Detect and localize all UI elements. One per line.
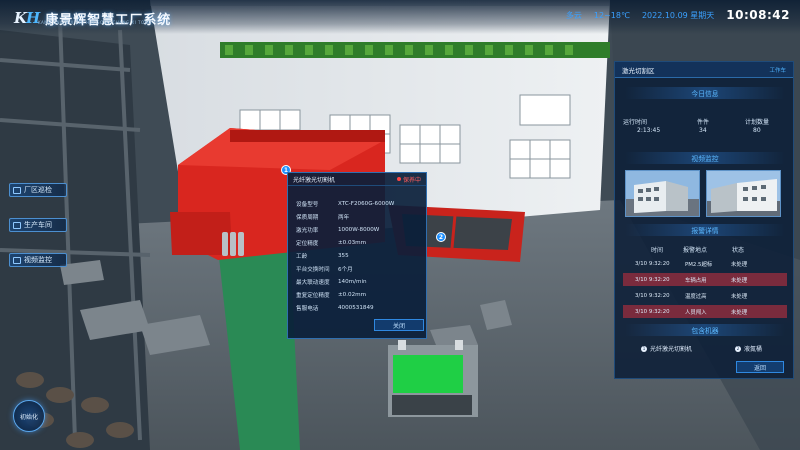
today-info-title: 今日信息 bbox=[625, 87, 785, 99]
spec-row: 激光功率 1000W-8000W bbox=[296, 226, 380, 234]
spec-row: 设备型号 XTC-F2060G-6000W bbox=[296, 200, 395, 208]
camera-icon bbox=[13, 256, 21, 264]
stat-runtime-label: 运行时间 bbox=[623, 119, 648, 126]
area-title: 激光切割区 bbox=[622, 66, 655, 75]
stat-pieces-value: 34 bbox=[699, 127, 707, 134]
machine-item-1[interactable]: 1 光纤激光切割机 bbox=[641, 344, 692, 353]
camera-thumbnail-2[interactable] bbox=[706, 170, 781, 217]
machine-item-2[interactable]: 2 液氮桶 bbox=[735, 344, 762, 353]
weather-text: 多云 bbox=[565, 10, 582, 20]
spec-row: 最大联动速度 140m/min bbox=[296, 279, 367, 287]
popup-title: 光纤激光切割机 bbox=[293, 176, 336, 184]
spec-row: 售服电话 4000531849 bbox=[296, 305, 374, 313]
number-badge-icon: 2 bbox=[735, 345, 741, 352]
camera-feed-image bbox=[707, 171, 780, 216]
status-dot-icon bbox=[396, 177, 401, 181]
back-button[interactable]: 返回 bbox=[736, 361, 784, 373]
alarm-row[interactable]: 3/10 9:32:20 温度过高 未处理 bbox=[623, 289, 787, 302]
date-text: 2022.10.09 星期天 bbox=[641, 10, 715, 20]
stat-plan-label: 计划数量 bbox=[745, 119, 770, 126]
spec-row: 保质周期 两年 bbox=[296, 214, 350, 221]
area-info-panel: 激光切割区 工作车 今日信息 运行时间 2:13:45 件件 34 计划数量 8… bbox=[614, 61, 794, 379]
workshop-icon bbox=[13, 221, 21, 229]
factory-icon bbox=[13, 186, 21, 194]
spec-row: 平台交换时间 6个月 bbox=[296, 267, 353, 274]
spec-row: 重复定位精度 ±0.02mm bbox=[296, 292, 367, 300]
nav-production-workshop[interactable]: 生产车间 bbox=[9, 218, 67, 232]
popup-header: 光纤激光切割机 保养中 bbox=[288, 173, 426, 186]
nav-label: 生产车间 bbox=[24, 221, 52, 229]
machine-info-popup: 光纤激光切割机 保养中 设备型号 XTC-F2060G-6000W 保质周期 两年 … bbox=[287, 172, 427, 339]
clock-time: 10:08:42 bbox=[726, 8, 790, 22]
spec-row: 工龄 355 bbox=[296, 252, 349, 260]
camera-thumbnail-1[interactable] bbox=[625, 170, 700, 217]
alarm-row[interactable]: 3/10 9:32:20 人员闯入 未处理 bbox=[623, 305, 787, 318]
app-header: KH 康景辉智慧工厂系统 KANG JING HUI ZHI HUI GONG … bbox=[0, 0, 800, 34]
alarm-col-time: 时间 bbox=[651, 247, 664, 254]
popup-close-button[interactable]: 关闭 bbox=[374, 319, 424, 331]
workshop-tag[interactable]: 工作车 bbox=[769, 66, 786, 74]
stat-pieces-label: 件件 bbox=[697, 119, 710, 126]
included-machines-title: 包含机器 bbox=[625, 324, 785, 336]
app-logo: KH 康景辉智慧工厂系统 bbox=[14, 7, 171, 29]
logo-mark: KH bbox=[14, 9, 40, 27]
nav-label: 厂区巡检 bbox=[24, 186, 52, 194]
camera-feed-image bbox=[626, 171, 699, 216]
spec-row: 定位精度 ±0.03mm bbox=[296, 239, 367, 247]
status-badge: 保养中 bbox=[396, 175, 421, 184]
stat-runtime-value: 2:13:45 bbox=[637, 127, 661, 134]
alarm-col-place: 报警地点 bbox=[683, 247, 708, 254]
video-monitor-title: 视频监控 bbox=[625, 152, 785, 164]
nav-video-monitoring[interactable]: 视频监控 bbox=[9, 253, 67, 267]
init-button[interactable]: 初始化 bbox=[13, 400, 45, 432]
number-badge-icon: 1 bbox=[641, 345, 647, 352]
nav-factory-inspection[interactable]: 厂区巡检 bbox=[9, 183, 67, 197]
alarm-col-status: 状态 bbox=[732, 247, 745, 254]
machine-marker-2[interactable]: 2 bbox=[436, 232, 446, 242]
panel-header: 激光切割区 工作车 bbox=[615, 62, 793, 78]
alarm-row[interactable]: 3/10 9:32:20 车辆占用 未处理 bbox=[623, 273, 787, 286]
spec-list: 设备型号 XTC-F2060G-6000W 保质周期 两年 激光功率 1000W-80… bbox=[288, 186, 426, 315]
app-subtitle: KANG JING HUI ZHI HUI GONG CHANG XI TONG bbox=[38, 20, 152, 25]
header-info: 多云 12~18℃ 2022.10.09 星期天 10:08:42 bbox=[566, 8, 790, 22]
nav-label: 视频监控 bbox=[24, 256, 52, 264]
temperature-text: 12~18℃ bbox=[593, 10, 630, 20]
stat-plan-value: 80 bbox=[753, 127, 761, 134]
alarm-detail-title: 报警详情 bbox=[625, 224, 785, 236]
alarm-row[interactable]: 3/10 9:32:20 PM2.5超标 未处理 bbox=[623, 257, 787, 270]
